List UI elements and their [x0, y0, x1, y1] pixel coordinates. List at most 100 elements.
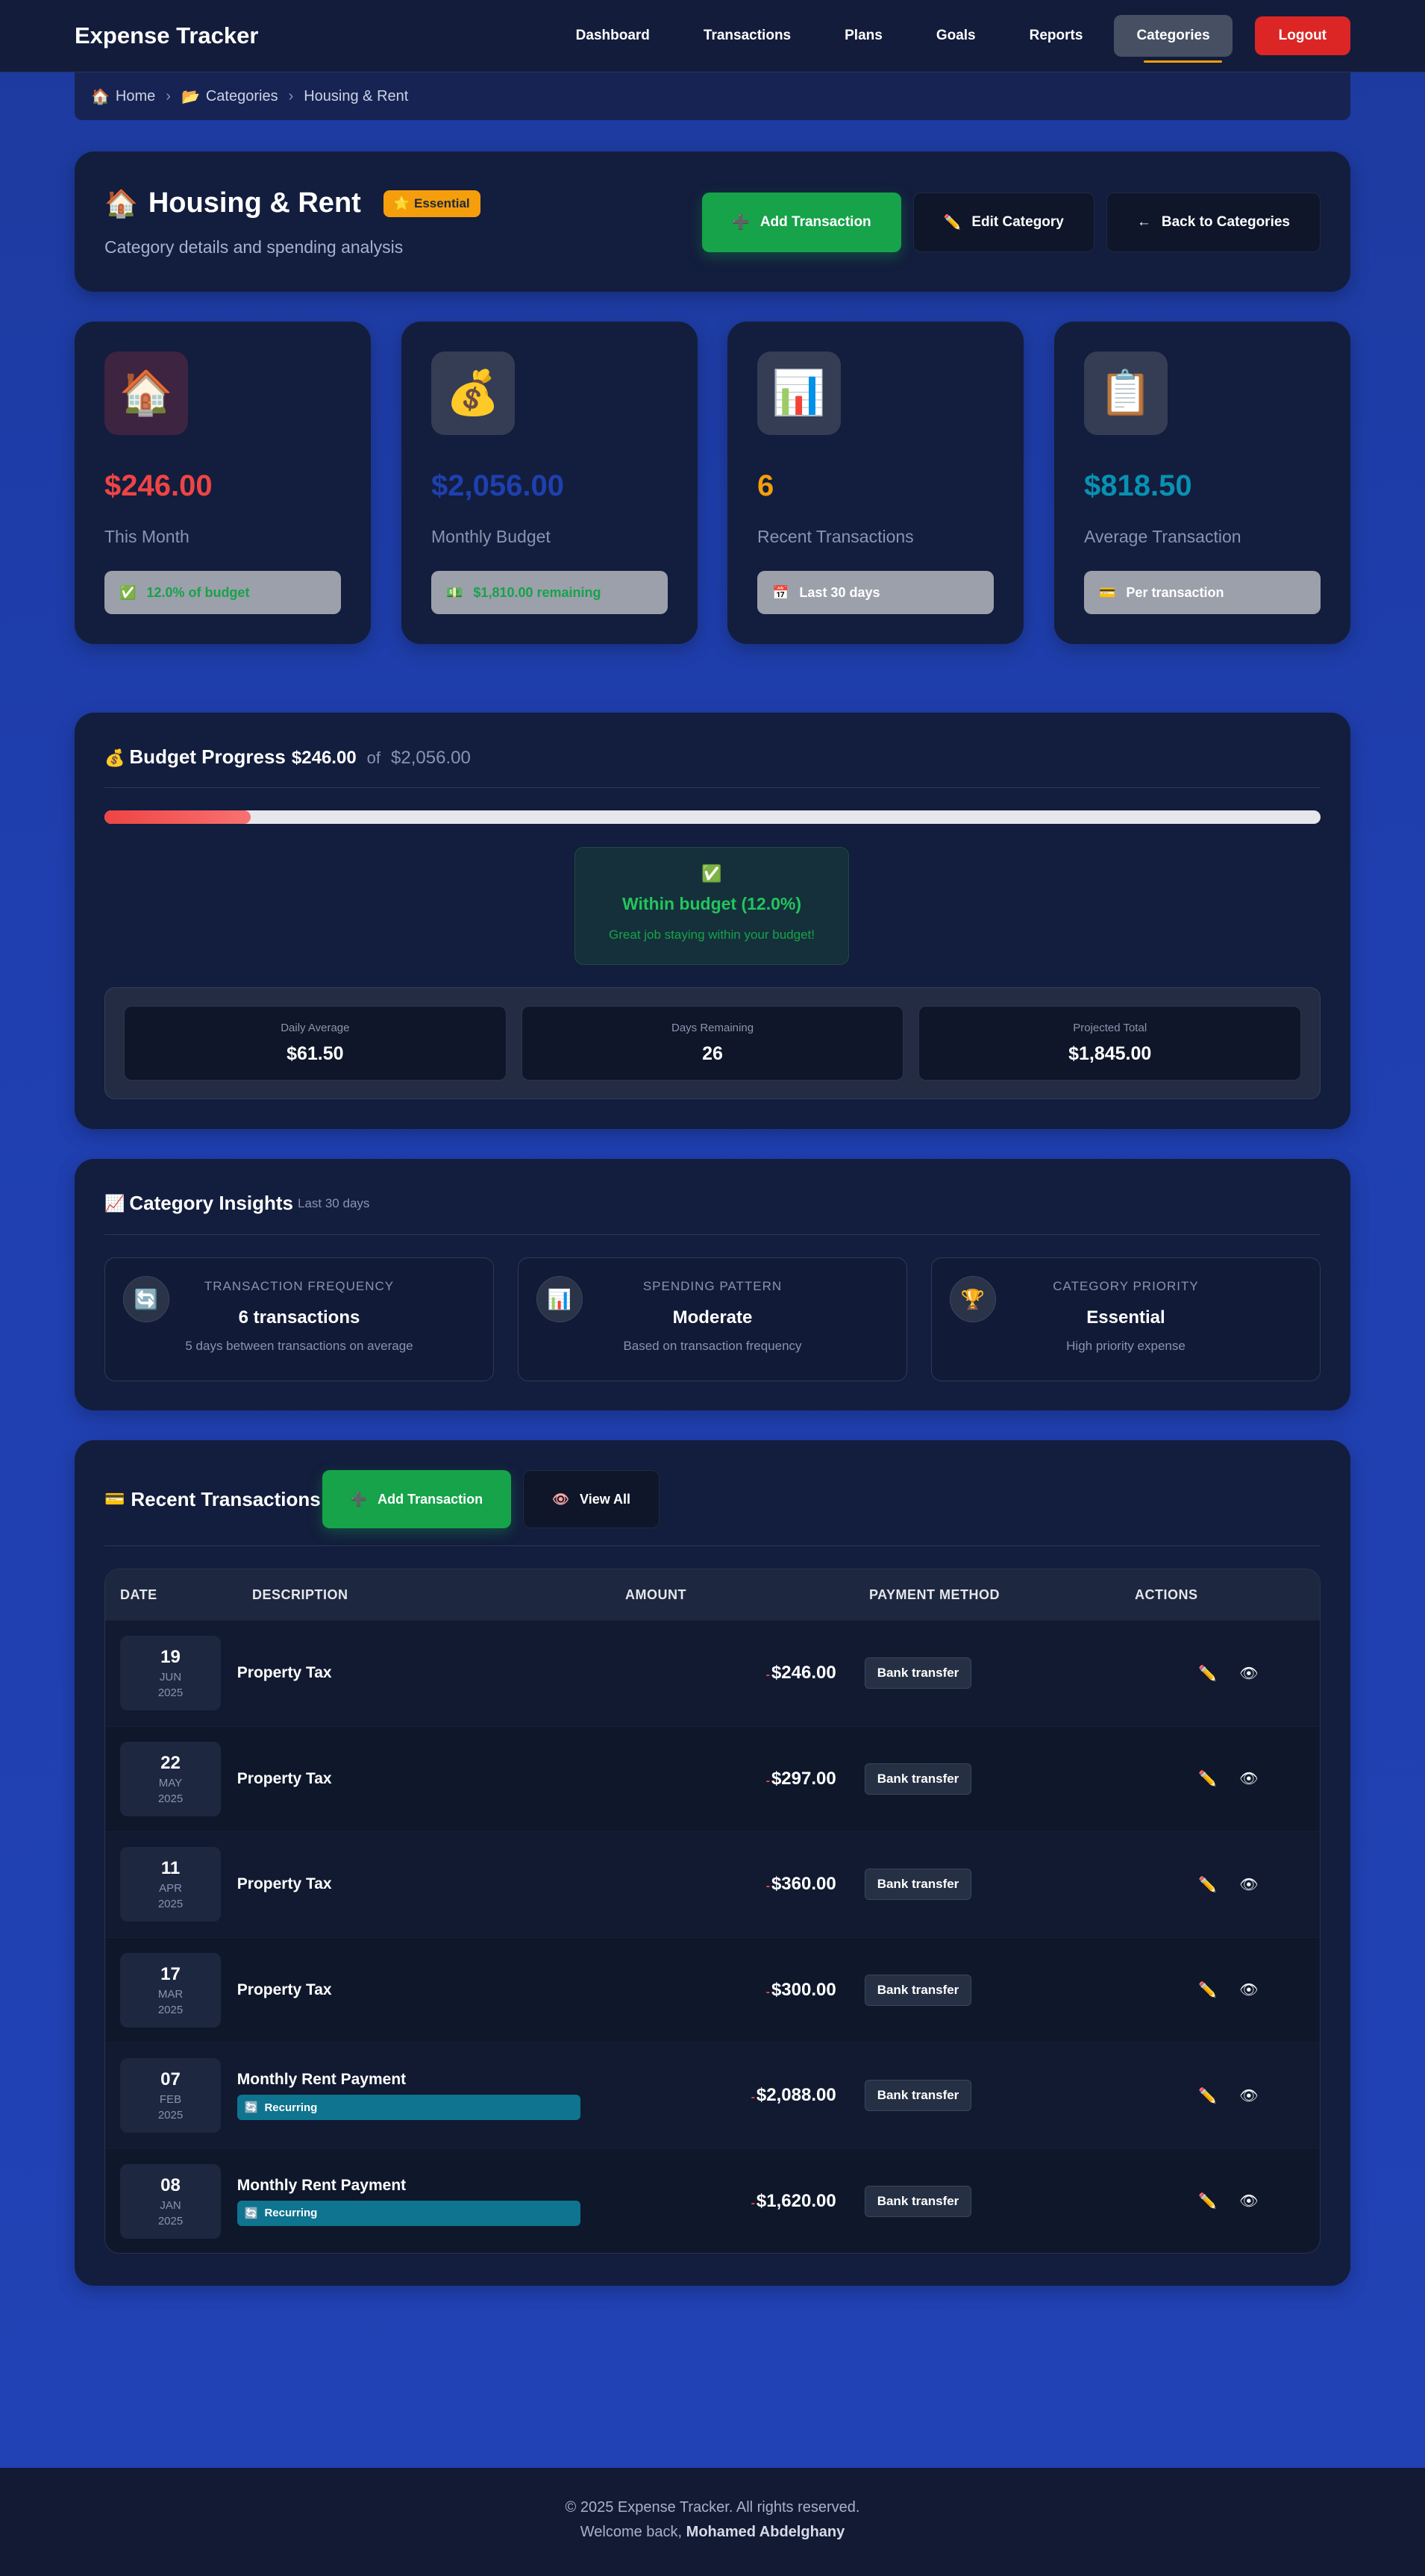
- transactions-header: 💳 Recent Transactions ➕ Add Transaction …: [104, 1470, 660, 1528]
- edit-icon[interactable]: ✏️: [1198, 1664, 1217, 1683]
- description-cell: Property Tax: [237, 1664, 610, 1682]
- breadcrumb: 🏠 Home › 📂 Categories › Housing & Rent: [75, 72, 1350, 120]
- insights-row: 🔄 TRANSACTION FREQUENCY 6 transactions 5…: [104, 1257, 1321, 1381]
- insight-desc: 5 days between transactions on average: [185, 1339, 413, 1353]
- star-icon: ⭐: [393, 196, 410, 210]
- eye-icon: 👁: [552, 1491, 570, 1507]
- stat-card-monthly-budget: 💰 $2,056.00 Monthly Budget 💵 $1,810.00 r…: [401, 322, 698, 644]
- edit-category-button[interactable]: ✏️ Edit Category: [912, 193, 1094, 252]
- date-month: JUN: [159, 1671, 182, 1684]
- amount-cell: -$300.00: [610, 1980, 865, 2001]
- breadcrumb-current: Housing & Rent: [304, 87, 409, 104]
- edit-icon[interactable]: ✏️: [1198, 1981, 1217, 1999]
- date-month: MAY: [158, 1776, 183, 1789]
- edit-icon[interactable]: ✏️: [1198, 1769, 1217, 1788]
- nav-plans[interactable]: Plans: [822, 15, 905, 57]
- nav-transactions[interactable]: Transactions: [681, 15, 813, 57]
- date-month: APR: [159, 1882, 182, 1895]
- stat-pill: 💵 $1,810.00 remaining: [431, 571, 668, 614]
- add-transaction-button[interactable]: ➕ Add Transaction: [702, 193, 901, 252]
- stat-value: $2,056.00: [431, 469, 564, 502]
- credit-card-icon: 💳: [1099, 584, 1116, 600]
- actions-cell: ✏️ 👁: [1131, 2192, 1320, 2210]
- eye-icon[interactable]: 👁: [1239, 1875, 1258, 1894]
- back-to-categories-button[interactable]: ← Back to Categories: [1106, 193, 1321, 252]
- budget-status-box: ✅ Within budget (12.0%) Great job stayin…: [574, 847, 849, 965]
- table-row: 07 FEB 2025 Monthly Rent Payment 🔄 Recur…: [105, 2042, 1320, 2148]
- stat-label: Average Transaction: [1084, 527, 1241, 546]
- transaction-amount: -$2,088.00: [751, 2085, 836, 2105]
- column-header-payment-method: PAYMENT METHOD: [869, 1586, 1000, 1602]
- credit-card-icon: 💳: [104, 1489, 125, 1508]
- eye-icon[interactable]: 👁: [1239, 2086, 1258, 2105]
- budget-progress-card: 💰 Budget Progress $246.00 of $2,056.00 ✅…: [75, 713, 1350, 1129]
- nav-categories[interactable]: Categories: [1114, 15, 1233, 63]
- description-cell: Property Tax: [237, 1875, 610, 1893]
- view-all-button[interactable]: 👁 View All: [523, 1470, 660, 1528]
- payment-method-badge: Bank transfer: [864, 2185, 972, 2217]
- payment-method-cell: Bank transfer: [864, 1763, 1132, 1795]
- date-cell: 19 JUN 2025: [105, 1636, 237, 1711]
- edit-icon[interactable]: ✏️: [1198, 2086, 1217, 2105]
- date-cell: 17 MAR 2025: [105, 1952, 237, 2028]
- stat-label: Recent Transactions: [757, 527, 914, 546]
- payment-method-cell: Bank transfer: [864, 1657, 1132, 1689]
- nav-reports[interactable]: Reports: [1007, 15, 1106, 57]
- edit-icon[interactable]: ✏️: [1198, 1875, 1217, 1894]
- eye-icon[interactable]: 👁: [1239, 1664, 1258, 1683]
- budget-metrics: Daily Average $61.50 Days Remaining 26 P…: [104, 987, 1321, 1099]
- breadcrumb-categories-label: Categories: [205, 87, 278, 104]
- date-day: 08: [160, 2175, 181, 2195]
- breadcrumb-categories[interactable]: 📂 Categories: [181, 87, 278, 106]
- minus-sign: -: [765, 1985, 770, 1998]
- insight-spending-pattern: 📊 SPENDING PATTERN Moderate Based on tra…: [518, 1257, 907, 1381]
- transaction-amount: -$300.00: [766, 1980, 836, 2000]
- column-header-description: DESCRIPTION: [252, 1586, 348, 1602]
- add-transaction-button[interactable]: ➕ Add Transaction: [322, 1470, 512, 1528]
- footer-welcome: Welcome back, Mohamed Abdelghany: [0, 2524, 1425, 2541]
- page-title-row: 🏠 Housing & Rent ⭐ Essential: [104, 187, 480, 219]
- date-cell: 22 MAY 2025: [105, 1741, 237, 1816]
- eye-icon[interactable]: 👁: [1239, 1981, 1258, 1999]
- priority-badge: ⭐ Essential: [383, 190, 480, 217]
- back-to-categories-label: Back to Categories: [1161, 214, 1290, 230]
- insight-desc: High priority expense: [1066, 1339, 1186, 1353]
- amount-cell: -$246.00: [610, 1663, 865, 1684]
- actions-cell: ✏️ 👁: [1131, 1981, 1320, 1999]
- stat-pill-label: Last 30 days: [799, 584, 880, 600]
- date-year: 2025: [157, 1686, 184, 1700]
- eye-icon[interactable]: 👁: [1239, 1769, 1258, 1788]
- brand-logo[interactable]: Expense Tracker: [75, 22, 258, 49]
- budget-progress-bar: [104, 810, 1321, 824]
- nav-dashboard[interactable]: Dashboard: [554, 15, 672, 57]
- logout-button[interactable]: Logout: [1254, 16, 1350, 55]
- metric-value: $61.50: [286, 1043, 344, 1064]
- budget-total: $2,056.00: [391, 748, 471, 768]
- eye-icon[interactable]: 👁: [1239, 2192, 1258, 2210]
- trend-chart-icon: 📈: [104, 1193, 125, 1213]
- divider: [104, 787, 1321, 788]
- transaction-amount: -$1,620.00: [751, 2191, 836, 2211]
- description-cell: Monthly Rent Payment 🔄 Recurring: [237, 2177, 610, 2226]
- column-header-amount: AMOUNT: [625, 1586, 686, 1602]
- breadcrumb-home[interactable]: 🏠 Home: [91, 87, 155, 106]
- metric-daily-average: Daily Average $61.50: [124, 1006, 507, 1081]
- stat-label: This Month: [104, 527, 190, 546]
- transaction-description: Property Tax: [237, 1664, 332, 1682]
- payment-method-badge: Bank transfer: [864, 1869, 972, 1901]
- amount-cell: -$297.00: [610, 1769, 865, 1789]
- date-box: 08 JAN 2025: [120, 2163, 221, 2239]
- date-day: 11: [160, 1858, 181, 1879]
- table-row: 11 APR 2025 Property Tax -$360.00 Bank t…: [105, 1831, 1320, 1937]
- amount-value: $360.00: [771, 1874, 836, 1895]
- edit-icon[interactable]: ✏️: [1198, 2192, 1217, 2210]
- date-box: 11 APR 2025: [120, 1847, 221, 1922]
- metric-value: $1,845.00: [1068, 1043, 1152, 1064]
- nav-goals[interactable]: Goals: [914, 15, 998, 57]
- date-cell: 08 JAN 2025: [105, 2163, 237, 2239]
- budget-status: Within budget (12.0%): [621, 894, 801, 913]
- house-icon: 🏠: [104, 351, 188, 435]
- amount-cell: -$2,088.00: [610, 2085, 865, 2106]
- plus-icon: ➕: [732, 215, 750, 231]
- pencil-icon: ✏️: [943, 215, 962, 231]
